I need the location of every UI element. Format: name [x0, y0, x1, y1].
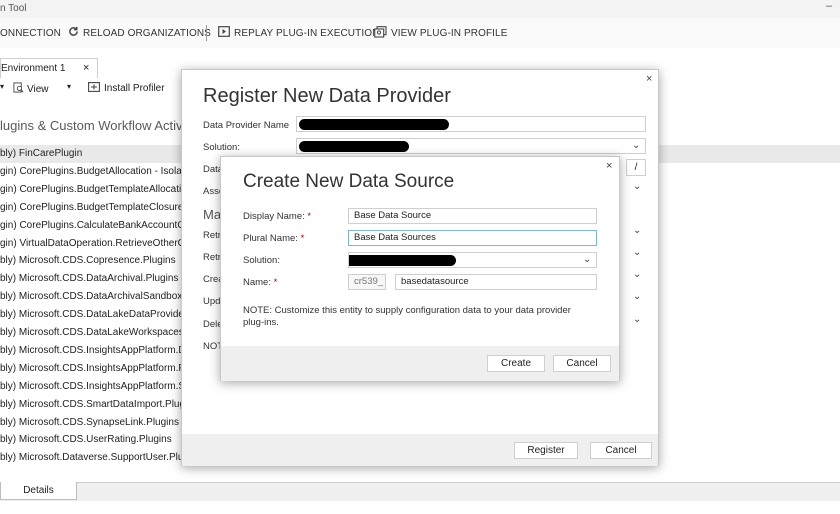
chevron-down-icon[interactable]: ⌄ [633, 225, 641, 236]
dialog-footer: Create Cancel [221, 346, 619, 381]
redacted-value [299, 141, 409, 152]
display-name-label: Display Name: * [243, 211, 312, 222]
view-plugin-profile-button[interactable]: VIEW PLUG-IN PROFILE [374, 18, 507, 48]
dialog-title: Create New Data Source [243, 171, 455, 192]
replay-plugin-button[interactable]: REPLAY PLUG-IN EXECUTION [218, 18, 379, 48]
register-button[interactable]: Register [514, 442, 578, 459]
chevron-down-icon[interactable]: ⌄ [633, 181, 641, 192]
dialog-title: Register New Data Provider [203, 85, 451, 107]
chevron-down-icon[interactable]: ⌄ [633, 314, 641, 325]
close-icon[interactable]: × [606, 160, 612, 172]
plural-name-input[interactable]: Base Data Sources [348, 230, 597, 246]
data-provider-name-input[interactable] [296, 116, 646, 132]
tab-environment-1[interactable]: Environment 1 × [0, 58, 98, 78]
data-provider-name-label: Data Provider Name [203, 120, 290, 131]
create-data-source-dialog: × Create New Data Source Display Name: *… [220, 156, 620, 381]
prefix-field: cr539_ [348, 274, 386, 290]
bottom-tab-bar [0, 482, 840, 501]
chevron-down-icon: ⌄ [583, 254, 592, 265]
update-label: Upd [203, 296, 221, 307]
cancel-button[interactable]: Cancel [553, 355, 611, 372]
view-label: View [27, 83, 49, 95]
dialog-footer: Register Cancel [182, 434, 658, 466]
chevron-down-icon: ⌄ [632, 140, 641, 151]
redacted-value [349, 255, 456, 266]
minimize-button[interactable]: – [826, 0, 832, 12]
replay-icon [218, 26, 230, 40]
install-icon [88, 82, 100, 95]
browse-button[interactable]: / [626, 159, 646, 176]
solution-label: Solution: [243, 255, 280, 266]
dropdown-arrow-icon[interactable]: ▾ [0, 82, 4, 91]
install-profiler-button[interactable]: Install Profiler [88, 82, 165, 95]
solution-select[interactable]: ⌄ [348, 252, 597, 268]
solution-select[interactable]: ⌄ [296, 138, 646, 154]
replay-label: REPLAY PLUG-IN EXECUTION [234, 27, 380, 39]
cancel-button[interactable]: Cancel [590, 442, 652, 459]
window-title: n Tool [0, 3, 27, 14]
reload-label: RELOAD ORGANIZATIONS [83, 27, 211, 39]
note-text: NOTE: Customize this entity to supply co… [243, 305, 571, 328]
display-name-input[interactable]: Base Data Source [348, 208, 597, 224]
tab-close-icon[interactable]: × [83, 62, 89, 74]
name-label: Name: * [243, 277, 278, 288]
reload-organizations-button[interactable]: RELOAD ORGANIZATIONS [68, 18, 211, 48]
search-icon [13, 82, 24, 96]
reload-icon [68, 26, 79, 40]
chevron-down-icon[interactable]: ⌄ [633, 269, 641, 280]
tab-details[interactable]: Details [0, 482, 77, 500]
chevron-down-icon[interactable]: ⌄ [633, 247, 641, 258]
install-profiler-label: Install Profiler [104, 83, 165, 94]
chevron-down-icon[interactable]: ⌄ [633, 291, 641, 302]
redacted-value [299, 119, 449, 130]
connection-label: ONNECTION [0, 27, 61, 39]
connection-button[interactable]: ONNECTION [0, 18, 61, 48]
view-dropdown-arrow-icon[interactable]: ▾ [67, 82, 71, 91]
retrieve-label: Retr [203, 230, 221, 241]
toolbar-divider [206, 25, 207, 41]
view-button[interactable]: View [13, 82, 49, 96]
solution-label: Solution: [203, 142, 240, 153]
create-button[interactable]: Create [487, 355, 545, 372]
close-icon[interactable]: × [646, 73, 652, 85]
view-profile-label: VIEW PLUG-IN PROFILE [391, 27, 508, 39]
plugins-heading: lugins & Custom Workflow Activiti [0, 118, 192, 133]
profile-icon [374, 25, 387, 41]
retrieve-multiple-label: Retr [203, 252, 221, 263]
plural-name-label: Plural Name: * [243, 233, 305, 244]
mapping-heading: Ma [203, 207, 222, 222]
name-input[interactable]: basedatasource [395, 274, 597, 290]
tab-label: Environment 1 [1, 63, 66, 74]
title-bar: n Tool – [0, 0, 840, 18]
main-toolbar: ONNECTION RELOAD ORGANIZATIONS REPLAY PL… [0, 18, 840, 48]
